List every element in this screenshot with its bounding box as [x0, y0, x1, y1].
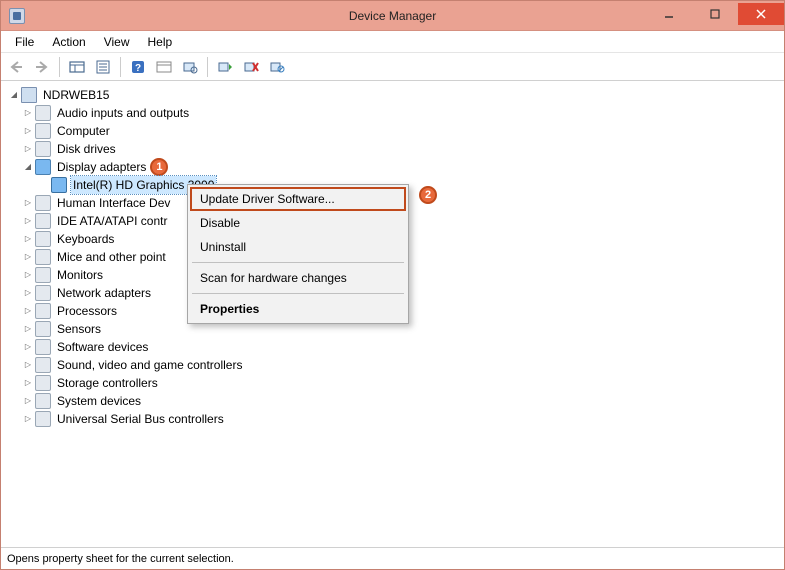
expand-icon[interactable]: ▷ — [21, 394, 35, 408]
system-icon — [35, 393, 51, 409]
expand-icon[interactable]: ▷ — [21, 214, 35, 228]
menu-properties[interactable]: Properties — [190, 297, 406, 321]
expand-icon[interactable]: ▷ — [21, 250, 35, 264]
gpu-icon — [51, 177, 67, 193]
svg-text:?: ? — [135, 63, 141, 74]
menu-action[interactable]: Action — [44, 33, 93, 51]
show-hide-console-icon[interactable] — [66, 56, 88, 78]
software-icon — [35, 339, 51, 355]
menu-file[interactable]: File — [7, 33, 42, 51]
menu-separator — [192, 262, 404, 263]
menu-help[interactable]: Help — [140, 33, 181, 51]
uninstall-icon[interactable] — [240, 56, 262, 78]
processor-icon — [35, 303, 51, 319]
minimize-button[interactable] — [646, 3, 692, 25]
tree-item[interactable]: ▷Software devices — [3, 338, 782, 356]
audio-icon — [35, 105, 51, 121]
computer-icon — [21, 87, 37, 103]
app-icon — [9, 8, 25, 24]
keyboard-icon — [35, 231, 51, 247]
menu-view[interactable]: View — [96, 33, 138, 51]
device-manager-window: Device Manager File Action View Help ? — [0, 0, 785, 570]
tree-item[interactable]: ▷Disk drives — [3, 140, 782, 158]
network-icon — [35, 285, 51, 301]
callout-2: 2 — [419, 186, 437, 204]
titlebar[interactable]: Device Manager — [1, 1, 784, 31]
expand-icon[interactable]: ▷ — [21, 340, 35, 354]
disable-icon[interactable] — [266, 56, 288, 78]
expand-icon[interactable]: ▷ — [21, 142, 35, 156]
tree-root[interactable]: ◢ NDRWEB15 — [3, 86, 782, 104]
expand-icon[interactable]: ▷ — [21, 412, 35, 426]
help-icon[interactable]: ? — [127, 56, 149, 78]
maximize-button[interactable] — [692, 3, 738, 25]
tree-item[interactable]: ▷Computer — [3, 122, 782, 140]
menu-update-driver[interactable]: Update Driver Software... — [190, 187, 406, 211]
expand-icon[interactable]: ▷ — [21, 268, 35, 282]
sensor-icon — [35, 321, 51, 337]
expand-icon[interactable]: ▷ — [21, 106, 35, 120]
disk-icon — [35, 141, 51, 157]
expand-icon[interactable]: ▷ — [21, 232, 35, 246]
tree-item[interactable]: ▷Audio inputs and outputs — [3, 104, 782, 122]
expand-icon[interactable]: ▷ — [21, 322, 35, 336]
status-text: Opens property sheet for the current sel… — [7, 553, 234, 565]
expand-icon[interactable]: ▷ — [21, 286, 35, 300]
scan-hardware-icon[interactable] — [179, 56, 201, 78]
tree-item[interactable]: ▷System devices — [3, 392, 782, 410]
collapse-icon[interactable]: ◢ — [7, 88, 21, 102]
tree-item[interactable]: ▷Universal Serial Bus controllers — [3, 410, 782, 428]
root-label: NDRWEB15 — [41, 86, 111, 104]
monitor-icon — [35, 267, 51, 283]
toolbar: ? — [1, 53, 784, 81]
menu-separator — [192, 293, 404, 294]
collapse-icon[interactable]: ◢ — [21, 160, 35, 174]
sound-icon — [35, 357, 51, 373]
update-driver-icon[interactable] — [214, 56, 236, 78]
menu-scan-hardware[interactable]: Scan for hardware changes — [190, 266, 406, 290]
usb-icon — [35, 411, 51, 427]
expand-icon[interactable]: ▷ — [21, 358, 35, 372]
expand-icon[interactable]: ▷ — [21, 196, 35, 210]
tree-item[interactable]: ▷Storage controllers — [3, 374, 782, 392]
separator-icon — [120, 57, 121, 77]
expand-icon[interactable]: ▷ — [21, 304, 35, 318]
close-button[interactable] — [738, 3, 784, 25]
separator-icon — [59, 57, 60, 77]
ide-icon — [35, 213, 51, 229]
storage-icon — [35, 375, 51, 391]
menu-uninstall[interactable]: Uninstall — [190, 235, 406, 259]
mouse-icon — [35, 249, 51, 265]
tree-item[interactable]: ▷Sound, video and game controllers — [3, 356, 782, 374]
hid-icon — [35, 195, 51, 211]
content-area: ◢ NDRWEB15 ▷Audio inputs and outputs ▷Co… — [1, 81, 784, 547]
callout-1: 1 — [150, 158, 168, 176]
menubar: File Action View Help — [1, 31, 784, 53]
action-icon[interactable] — [153, 56, 175, 78]
tree-item-display-adapters[interactable]: ◢Display adapters1 — [3, 158, 782, 176]
menu-disable[interactable]: Disable — [190, 211, 406, 235]
context-menu: Update Driver Software... Disable Uninst… — [187, 184, 409, 324]
window-buttons — [646, 3, 784, 25]
expand-icon[interactable]: ▷ — [21, 124, 35, 138]
expand-icon[interactable]: ▷ — [21, 376, 35, 390]
statusbar: Opens property sheet for the current sel… — [1, 547, 784, 569]
separator-icon — [207, 57, 208, 77]
forward-button[interactable] — [31, 56, 53, 78]
properties-icon[interactable] — [92, 56, 114, 78]
computer-category-icon — [35, 123, 51, 139]
device-tree[interactable]: ◢ NDRWEB15 ▷Audio inputs and outputs ▷Co… — [3, 86, 782, 428]
back-button[interactable] — [5, 56, 27, 78]
display-adapter-icon — [35, 159, 51, 175]
